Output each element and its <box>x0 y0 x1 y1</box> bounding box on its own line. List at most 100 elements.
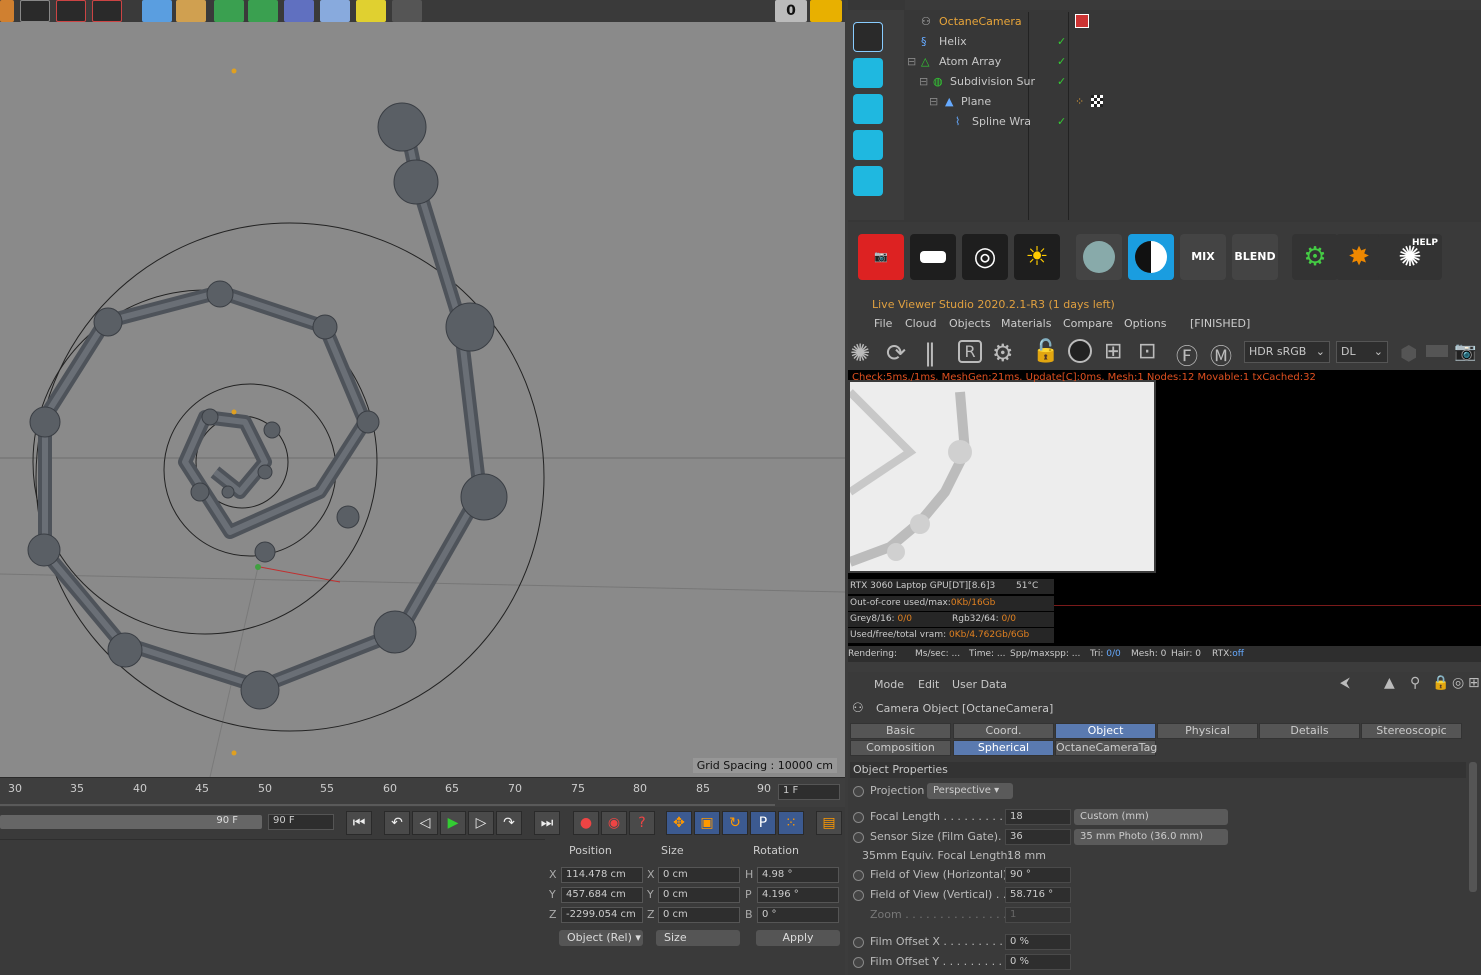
mix-material-button[interactable]: MIX <box>1180 234 1226 280</box>
previous-frame-button[interactable]: ◁ <box>412 811 438 835</box>
fov-vertical-field[interactable]: 58.716 ° <box>1005 887 1071 903</box>
current-frame-field[interactable]: 1 F <box>778 784 840 800</box>
autokey-button[interactable]: ◉ <box>601 811 627 835</box>
search-icon[interactable]: ⚲ <box>1410 675 1420 691</box>
object-row-spline-wrap[interactable]: ⌇ Spline Wra ✓ <box>905 112 1481 132</box>
tab-object[interactable]: Object <box>1055 723 1156 739</box>
render-view-icon[interactable] <box>20 0 50 22</box>
sensor-preset-dropdown[interactable]: 35 mm Photo (36.0 mm) <box>1074 829 1228 845</box>
connect-icon[interactable] <box>853 166 883 196</box>
offset-x-animate-radio[interactable] <box>853 937 864 948</box>
object-row-plane[interactable]: ⊟ ▲ Plane ⁘ <box>905 92 1481 112</box>
rotation-h-field[interactable]: 4.98 ° <box>757 867 839 883</box>
record-button[interactable]: ● <box>573 811 599 835</box>
frame-range-slider[interactable]: 90 F <box>0 815 262 829</box>
scatter-icon[interactable] <box>853 94 883 124</box>
film-offset-y-field[interactable]: 0 % <box>1005 954 1071 970</box>
area-light-button[interactable] <box>910 234 956 280</box>
pen-icon[interactable] <box>176 0 206 22</box>
previous-key-button[interactable]: ↶ <box>384 811 410 835</box>
key-parameter-button[interactable]: P <box>750 811 776 835</box>
settings-gear-icon[interactable]: ⚙ <box>992 339 1014 367</box>
vdb-tool-button[interactable]: ✸ <box>1336 234 1382 280</box>
expand-icon[interactable]: ⊟ <box>907 55 916 68</box>
color-space-dropdown[interactable]: HDR sRGB ⌄ <box>1244 341 1330 363</box>
apply-button[interactable]: Apply <box>756 930 840 946</box>
checkmark-icon[interactable]: ✓ <box>1057 115 1066 128</box>
position-z-field[interactable]: -2299.054 cm <box>561 907 643 923</box>
tab-spherical[interactable]: Spherical <box>953 740 1054 756</box>
material-pick-icon[interactable]: Ⓜ <box>1210 339 1232 371</box>
blend-material-button[interactable]: BLEND <box>1232 234 1278 280</box>
next-key-button[interactable]: ↷ <box>496 811 522 835</box>
restart-render-icon[interactable]: ⟳ <box>886 339 906 367</box>
daylight-button[interactable]: ☀ <box>1014 234 1060 280</box>
lv-menu-compare[interactable]: Compare <box>1063 317 1113 330</box>
camera-icon[interactable] <box>356 0 386 22</box>
diffuse-material-button[interactable] <box>1128 234 1174 280</box>
next-frame-button[interactable]: ▷ <box>468 811 494 835</box>
position-x-field[interactable]: 114.478 cm <box>561 867 643 883</box>
subdivision-icon[interactable] <box>214 0 244 22</box>
sensor-size-field[interactable]: 36 <box>1005 829 1071 845</box>
properties-scrollbar[interactable] <box>1469 762 1477 892</box>
size-x-field[interactable]: 0 cm <box>658 867 740 883</box>
position-y-field[interactable]: 457.684 cm <box>561 887 643 903</box>
lv-menu-cloud[interactable]: Cloud <box>905 317 936 330</box>
keyframe-selection-button[interactable]: ? <box>629 811 655 835</box>
render-region-icon[interactable] <box>0 0 14 22</box>
kernel-dropdown[interactable]: DL ⌄ <box>1336 341 1388 363</box>
tab-composition[interactable]: Composition <box>850 740 951 756</box>
tab-octanecameratag[interactable]: OctaneCameraTag <box>1055 740 1157 756</box>
focal-preset-dropdown[interactable]: Custom (mm) <box>1074 809 1228 825</box>
render-settings-icon[interactable] <box>92 0 122 22</box>
expand-icon[interactable]: ⊟ <box>929 95 938 108</box>
keyframe-icon[interactable] <box>810 0 842 22</box>
render-picture-viewer-icon[interactable] <box>56 0 86 22</box>
fov-horizontal-field[interactable]: 90 ° <box>1005 867 1071 883</box>
lv-menu-objects[interactable]: Objects <box>949 317 991 330</box>
size-z-field[interactable]: 0 cm <box>658 907 740 923</box>
go-to-start-button[interactable]: ⏮ <box>346 811 372 835</box>
3d-viewport[interactable]: Grid Spacing : 10000 cm <box>0 22 845 777</box>
tab-basic[interactable]: Basic <box>850 723 951 739</box>
object-row-octanecamera[interactable]: ⚇ OctaneCamera <box>905 12 1481 32</box>
target-icon[interactable]: ◎ <box>1452 675 1464 691</box>
lock-icon[interactable]: 🔓 <box>1032 339 1059 364</box>
attr-menu-mode[interactable]: Mode <box>874 678 904 691</box>
projection-dropdown[interactable]: Perspective ▾ <box>927 783 1013 799</box>
array-icon[interactable] <box>248 0 278 22</box>
cube-icon[interactable] <box>142 0 172 22</box>
fov-v-animate-radio[interactable] <box>853 890 864 901</box>
checker-material-icon[interactable] <box>1091 95 1103 107</box>
scatter-tool-button[interactable]: ⚙ <box>1292 234 1338 280</box>
expand-icon[interactable]: ⊟ <box>919 75 928 88</box>
light-icon[interactable] <box>392 0 422 22</box>
timeline-window-button[interactable]: ▤ <box>816 811 842 835</box>
back-arrow-icon[interactable]: ⮜ <box>1340 675 1350 691</box>
coordinate-mode-dropdown[interactable]: Object (Rel) ▾ <box>559 930 643 946</box>
tab-stereoscopic[interactable]: Stereoscopic <box>1361 723 1462 739</box>
object-row-subdivision-surface[interactable]: ⊟ ◍ Subdivision Sur ✓ <box>905 72 1481 92</box>
object-row-helix[interactable]: § Helix ✓ <box>905 32 1481 52</box>
pause-icon[interactable]: ‖ <box>924 339 936 367</box>
cursor-icon[interactable]: ▲ <box>1384 675 1395 691</box>
offset-y-animate-radio[interactable] <box>853 957 864 968</box>
film-offset-x-field[interactable]: 0 % <box>1005 934 1071 950</box>
key-scale-button[interactable]: ▣ <box>694 811 720 835</box>
object-row-atom-array[interactable]: ⊟ △ Atom Array ✓ <box>905 52 1481 72</box>
checkmark-icon[interactable]: ✓ <box>1057 55 1066 68</box>
octane-camera-tag-icon[interactable] <box>1075 14 1089 28</box>
lock-icon[interactable]: 🔒 <box>1432 675 1449 691</box>
group-icon[interactable] <box>853 130 883 160</box>
projection-animate-radio[interactable] <box>853 786 864 797</box>
octane-camera-button[interactable]: 📷 <box>858 234 904 280</box>
material-tag-icon[interactable]: ⁘ <box>1075 95 1084 108</box>
timeline-ruler[interactable]: 30 35 40 45 50 55 60 65 70 75 80 85 90 <box>0 777 845 807</box>
focal-length-field[interactable]: 18 <box>1005 809 1071 825</box>
rotation-b-field[interactable]: 0 ° <box>757 907 839 923</box>
floor-icon[interactable] <box>320 0 350 22</box>
film-icon[interactable] <box>1426 345 1448 357</box>
deformer-icon[interactable] <box>284 0 314 22</box>
focus-pick-icon[interactable]: Ⓕ <box>1176 339 1198 371</box>
